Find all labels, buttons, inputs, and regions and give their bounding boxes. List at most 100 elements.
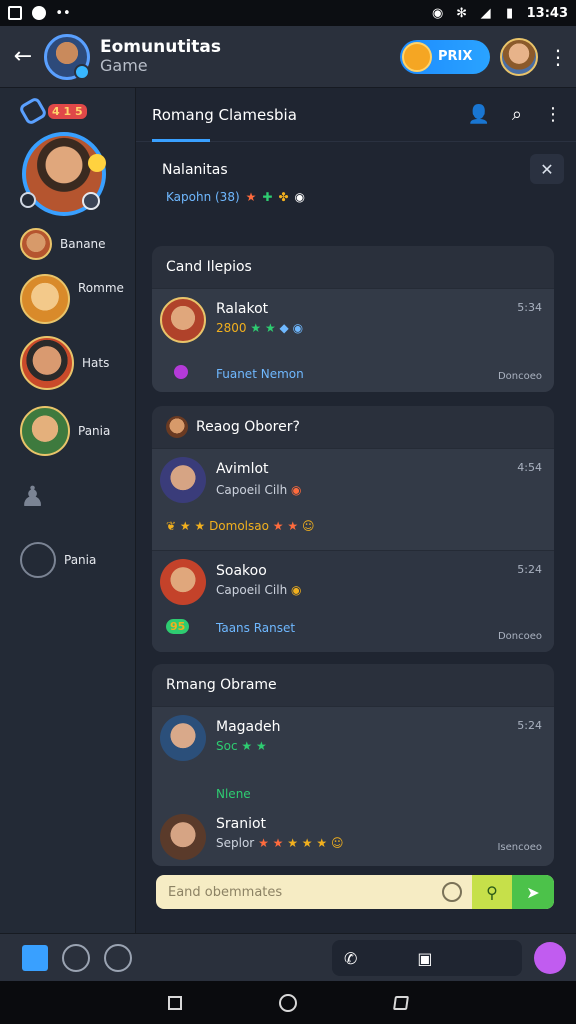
message-compose: Eand obemmates ⚲ ➤ <box>156 875 554 909</box>
avatar <box>160 297 206 343</box>
avatar <box>160 457 206 503</box>
card-avatar-icon <box>166 416 188 438</box>
main-player-avatar[interactable] <box>20 132 106 216</box>
action-tray: ✆ ▣ <box>332 940 522 976</box>
profile-avatar[interactable] <box>500 37 538 76</box>
sidebar-item-pania-2[interactable]: Pania <box>20 542 96 578</box>
close-icon[interactable]: ✕ <box>530 154 564 184</box>
badge-icon: ◆ ◉ <box>279 321 304 335</box>
avatar <box>160 559 206 605</box>
avatar <box>20 228 52 260</box>
star-icon: ★ <box>245 190 257 204</box>
sidebar-badge-count: 4 1 5 <box>48 103 87 119</box>
emoji-icon <box>88 154 106 172</box>
bluetooth-icon: ✻ <box>456 5 468 21</box>
card-reaog-oborer: Reaog Oborer? Avimlot Capoeil Cilh ◉ 4:5… <box>152 406 554 652</box>
sidebar-item-banane[interactable]: Banane <box>20 228 106 260</box>
download-icon[interactable] <box>62 944 90 972</box>
message-input[interactable]: Eand obemmates <box>168 885 282 900</box>
wing-icon: ❦ <box>166 519 177 533</box>
app-bar: ← Eomunutitas Game PRIX ⋮ <box>0 26 576 88</box>
avatar <box>20 336 74 390</box>
timestamp: 5:24 <box>517 719 542 732</box>
notice-line: Kapohn (38) <box>166 190 240 204</box>
app-avatar[interactable] <box>44 33 90 80</box>
chat-icon <box>32 6 46 20</box>
sidebar-item-hats[interactable]: Hats <box>20 336 109 390</box>
star-icon: ★ ★ <box>179 519 206 533</box>
recents-icon[interactable] <box>168 995 183 1010</box>
app-title-block: Eomunutitas Game <box>100 36 221 76</box>
star-icon: ★ ★ <box>250 321 276 335</box>
card-title-row: Reaog Oborer? <box>152 406 554 448</box>
app-title: Eomunutitas <box>100 36 221 57</box>
list-item[interactable]: Soakoo Capoeil Cilh ◉ 5:24 95 Taans Rans… <box>152 550 554 652</box>
more-options-icon[interactable]: ⋮ <box>548 45 568 69</box>
sidebar-item-label: Hats <box>82 356 110 370</box>
timestamp: 5:34 <box>517 301 542 314</box>
player-name: Magadeh <box>216 719 281 735</box>
notice-title: Nalanitas <box>162 162 228 178</box>
home-icon[interactable] <box>22 945 48 971</box>
notice-banner: Nalanitas Kapohn (38) ★ ✚ ✤ ◉ ✕ <box>152 150 564 214</box>
row-tag: Isencoeo <box>497 842 542 853</box>
sidebar-item-label: Romme <box>78 281 124 295</box>
battery-icon: ▮ <box>506 5 514 21</box>
list-item[interactable]: Ralakot 2800 ★ ★ ◆ ◉ 5:34 Fuanet Nemon D… <box>152 288 554 392</box>
more-icon[interactable]: ⋮ <box>544 104 562 125</box>
row-footer: Domolsao <box>209 519 269 533</box>
status-icon <box>174 365 188 379</box>
timestamp: 5:24 <box>517 563 542 576</box>
medal-icon: ◉ <box>291 583 302 597</box>
main-panel: Romang Clamesbia 👤 ⌕ ⋮ Nalanitas Kapohn … <box>136 88 576 933</box>
emoji-picker-icon[interactable] <box>442 882 462 902</box>
home-nav-icon[interactable] <box>278 993 297 1012</box>
badge-icon: ◉ <box>294 190 306 204</box>
player-name: Soakoo <box>216 563 267 579</box>
list-item[interactable]: Avimlot Capoeil Cilh ◉ 4:54 ❦ ★ ★ Domols… <box>152 448 554 550</box>
star-icon: ★ ★ ★ <box>287 836 328 850</box>
image-icon[interactable]: ▣ <box>417 949 432 968</box>
search-icon[interactable]: ⌕ <box>512 104 522 125</box>
tab-bar: Romang Clamesbia 👤 ⌕ ⋮ <box>136 88 576 142</box>
list-item[interactable]: Magadeh Soc ★ ★ 5:24 Nlene <box>152 706 554 810</box>
group-icon: ♟ <box>20 480 46 513</box>
star-icon: ★ ★ <box>272 519 299 533</box>
bottom-toolbar: ✆ ▣ <box>0 933 576 981</box>
attach-icon[interactable]: ⚲ <box>472 875 512 909</box>
list-item[interactable]: Sraniot Seplor ★ ★ ★ ★ ★ ☺ Isencoeo <box>152 810 554 866</box>
card-rmang-obrame: Rmang Obrame Magadeh Soc ★ ★ 5:24 Nlene … <box>152 664 554 866</box>
check-badge-icon <box>82 192 100 210</box>
player-status: Capoeil Cilh <box>216 583 288 597</box>
back-arrow-icon[interactable]: ← <box>10 44 36 70</box>
sidebar-item-romme[interactable]: Romme <box>20 274 124 324</box>
tab-active[interactable]: Romang Clamesbia <box>152 88 297 142</box>
player-status: Seplor <box>216 836 255 850</box>
row-footer: Fuanet Nemon <box>216 367 304 381</box>
dots-icon: •• <box>55 5 71 21</box>
sidebar: 4 1 5 Banane Romme Hats Pania ♟ Pania <box>0 88 136 933</box>
fire-icon: ◉ <box>291 483 302 497</box>
star-icon: ✚ <box>262 190 273 204</box>
phone-icon[interactable]: ✆ <box>344 949 357 968</box>
settings-badge-icon <box>20 192 36 208</box>
clock: 13:43 <box>526 5 568 21</box>
add-friend-icon[interactable]: 👤 <box>467 104 489 125</box>
card-title: Reaog Oborer? <box>196 419 300 435</box>
back-nav-icon[interactable] <box>392 995 409 1010</box>
voice-icon[interactable] <box>534 942 566 974</box>
game-icon[interactable] <box>104 944 132 972</box>
sidebar-item-pania[interactable]: Pania <box>20 406 110 456</box>
player-name: Sraniot <box>216 816 267 832</box>
avatar <box>160 715 206 761</box>
send-icon[interactable]: ➤ <box>512 875 554 909</box>
prix-label: PRIX <box>438 49 473 64</box>
row-footer: Nlene <box>216 787 251 801</box>
card-title: Rmang Obrame <box>166 677 277 693</box>
player-status: Soc <box>216 739 238 753</box>
sidebar-badge[interactable]: 4 1 5 <box>17 95 87 127</box>
sidebar-item-group[interactable]: ♟ <box>20 480 45 513</box>
app-subtitle: Game <box>100 56 148 76</box>
prix-button[interactable]: PRIX <box>400 39 490 74</box>
target-icon <box>20 542 56 578</box>
